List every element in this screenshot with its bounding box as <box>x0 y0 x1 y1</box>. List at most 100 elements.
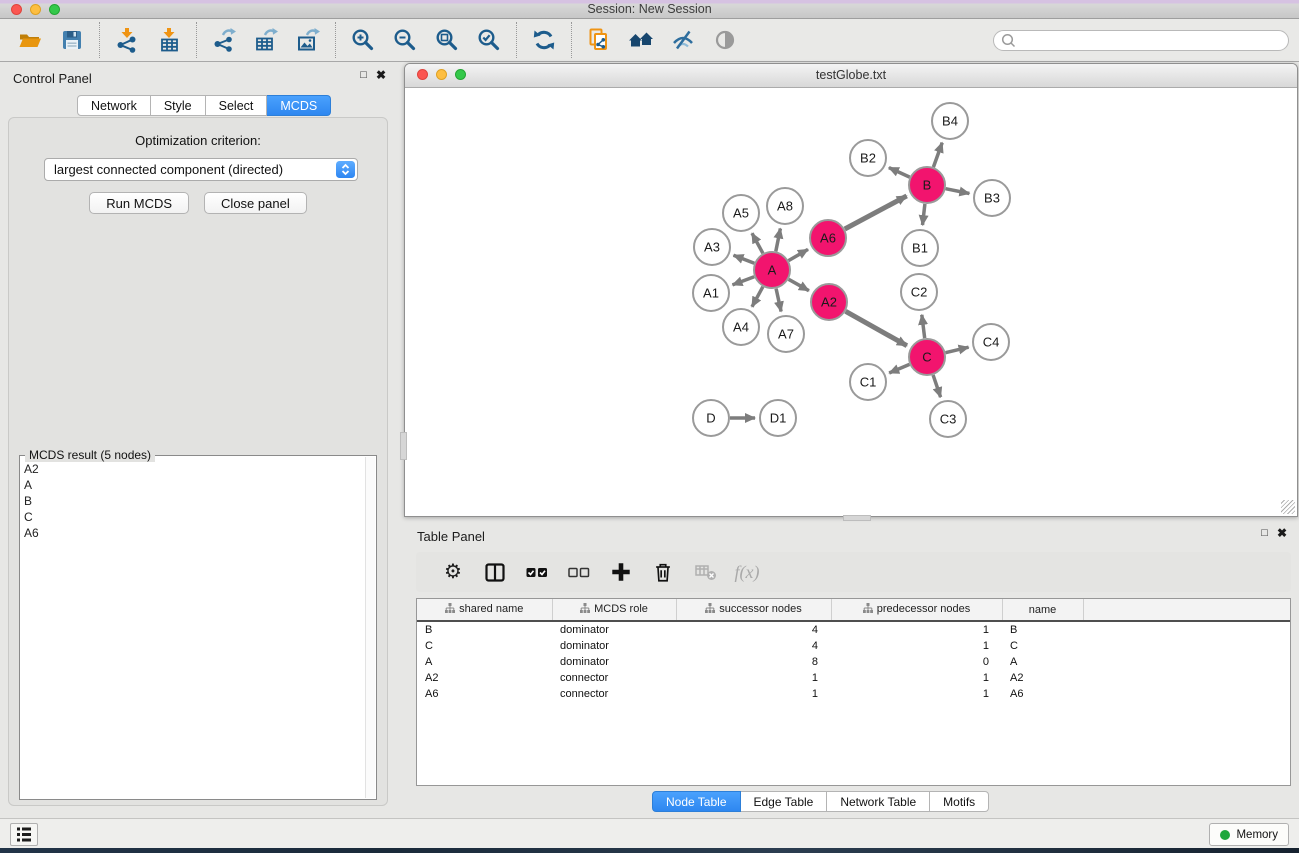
table-cell[interactable]: A <box>417 654 552 670</box>
table-cell[interactable]: A6 <box>417 686 552 702</box>
eye-button[interactable] <box>707 23 743 57</box>
edge-A-A3[interactable] <box>734 255 755 263</box>
table-cell[interactable]: 0 <box>831 654 1002 670</box>
edge-C-C4[interactable] <box>946 347 969 353</box>
network-window-titlebar[interactable]: testGlobe.txt <box>405 64 1297 88</box>
export-table-button[interactable] <box>248 23 284 57</box>
table-cell[interactable]: C <box>1002 638 1083 654</box>
table-cell[interactable]: 1 <box>831 686 1002 702</box>
edge-A-A8[interactable] <box>776 229 781 252</box>
table-cell[interactable]: dominator <box>552 621 676 638</box>
import-table-button[interactable] <box>151 23 187 57</box>
memory-button[interactable]: Memory <box>1209 823 1289 846</box>
column-header-successor-nodes[interactable]: successor nodes <box>676 599 831 621</box>
table-cell[interactable]: C <box>417 638 552 654</box>
column-header-predecessor-nodes[interactable]: predecessor nodes <box>831 599 1002 621</box>
edge-A6-B[interactable] <box>845 196 907 229</box>
tab-network-table[interactable]: Network Table <box>827 791 930 812</box>
table-settings-button[interactable]: ⚙ <box>432 555 474 589</box>
deselect-all-columns-button[interactable] <box>558 555 600 589</box>
search-input[interactable] <box>1020 32 1281 48</box>
edge-A-A2[interactable] <box>789 279 809 290</box>
mcds-result-item[interactable]: A <box>24 477 363 493</box>
zoom-in-button[interactable] <box>345 23 381 57</box>
add-column-button[interactable] <box>600 555 642 589</box>
edge-A-A4[interactable] <box>752 287 763 307</box>
zoom-out-button[interactable] <box>387 23 423 57</box>
tab-network[interactable]: Network <box>77 95 151 116</box>
import-network-button[interactable] <box>109 23 145 57</box>
close-panel-button[interactable]: Close panel <box>204 192 307 214</box>
refresh-layout-button[interactable] <box>526 23 562 57</box>
edge-C-C2[interactable] <box>922 315 925 338</box>
mcds-result-item[interactable]: A6 <box>24 525 363 541</box>
run-mcds-button[interactable]: Run MCDS <box>89 192 189 214</box>
table-cell[interactable]: connector <box>552 670 676 686</box>
table-cell[interactable]: A <box>1002 654 1083 670</box>
mcds-result-item[interactable]: B <box>24 493 363 509</box>
function-builder-button[interactable]: f(x) <box>726 555 768 589</box>
table-cell[interactable]: 4 <box>676 638 831 654</box>
column-header-shared-name[interactable]: shared name <box>417 599 552 621</box>
zoom-selected-button[interactable] <box>471 23 507 57</box>
splitter-handle-left[interactable] <box>400 432 407 460</box>
table-cell[interactable]: 1 <box>831 638 1002 654</box>
float-panel-icon[interactable]: □ <box>1261 528 1268 539</box>
duplicate-network-button[interactable] <box>581 23 617 57</box>
table-cell[interactable]: 8 <box>676 654 831 670</box>
criterion-dropdown[interactable]: largest connected component (directed) <box>44 158 358 181</box>
edge-B-B2[interactable] <box>889 168 910 178</box>
edge-C-C3[interactable] <box>933 375 941 397</box>
window-resize-grip[interactable] <box>1281 500 1295 514</box>
home-views-button[interactable] <box>623 23 659 57</box>
network-graph-canvas[interactable]: B4B2BB3A5A8A6A3AB1A1A2C2A4A7C4CC1C3DD1 <box>405 88 1297 517</box>
float-panel-icon[interactable]: □ <box>360 70 367 81</box>
close-panel-icon[interactable]: ✖ <box>376 69 386 81</box>
delete-table-button[interactable] <box>684 555 726 589</box>
edge-A-A5[interactable] <box>752 233 763 253</box>
close-panel-icon[interactable]: ✖ <box>1277 527 1287 539</box>
mcds-result-item[interactable]: C <box>24 509 363 525</box>
export-network-button[interactable] <box>206 23 242 57</box>
delete-column-button[interactable] <box>642 555 684 589</box>
table-cell[interactable]: A2 <box>1002 670 1083 686</box>
edge-A2-C[interactable] <box>846 311 907 345</box>
mcds-result-item[interactable]: A2 <box>24 461 363 477</box>
zoom-fit-button[interactable] <box>429 23 465 57</box>
tab-motifs[interactable]: Motifs <box>930 791 989 812</box>
table-cell[interactable]: 1 <box>676 686 831 702</box>
table-cell[interactable]: dominator <box>552 638 676 654</box>
table-cell[interactable]: dominator <box>552 654 676 670</box>
table-cell[interactable]: connector <box>552 686 676 702</box>
table-cell[interactable]: B <box>417 621 552 638</box>
open-folder-button[interactable] <box>12 23 48 57</box>
save-session-button[interactable] <box>54 23 90 57</box>
edge-A-A7[interactable] <box>776 289 781 312</box>
tab-mcds[interactable]: MCDS <box>267 95 331 116</box>
export-image-button[interactable] <box>290 23 326 57</box>
result-scrollbar[interactable] <box>365 457 375 798</box>
edge-B-B1[interactable] <box>923 204 925 225</box>
task-history-button[interactable] <box>10 823 38 846</box>
table-cell[interactable]: 1 <box>676 670 831 686</box>
table-cell[interactable]: A2 <box>417 670 552 686</box>
tab-node-table[interactable]: Node Table <box>652 791 741 812</box>
edge-B-B3[interactable] <box>946 189 970 194</box>
split-panel-button[interactable] <box>474 555 516 589</box>
tab-style[interactable]: Style <box>151 95 206 116</box>
table-cell[interactable]: 4 <box>676 621 831 638</box>
tab-edge-table[interactable]: Edge Table <box>741 791 828 812</box>
table-cell[interactable]: B <box>1002 621 1083 638</box>
table-cell[interactable]: 1 <box>831 670 1002 686</box>
edge-B-B4[interactable] <box>933 143 942 168</box>
column-header-name[interactable]: name <box>1002 599 1083 621</box>
edge-A-A6[interactable] <box>789 249 809 260</box>
select-all-columns-button[interactable] <box>516 555 558 589</box>
edge-C-C1[interactable] <box>889 364 909 373</box>
column-header-MCDS-role[interactable]: MCDS role <box>552 599 676 621</box>
table-cell[interactable]: A6 <box>1002 686 1083 702</box>
table-cell[interactable]: 1 <box>831 621 1002 638</box>
hide-panels-button[interactable] <box>665 23 701 57</box>
edge-A-A1[interactable] <box>733 277 755 285</box>
tab-select[interactable]: Select <box>206 95 268 116</box>
